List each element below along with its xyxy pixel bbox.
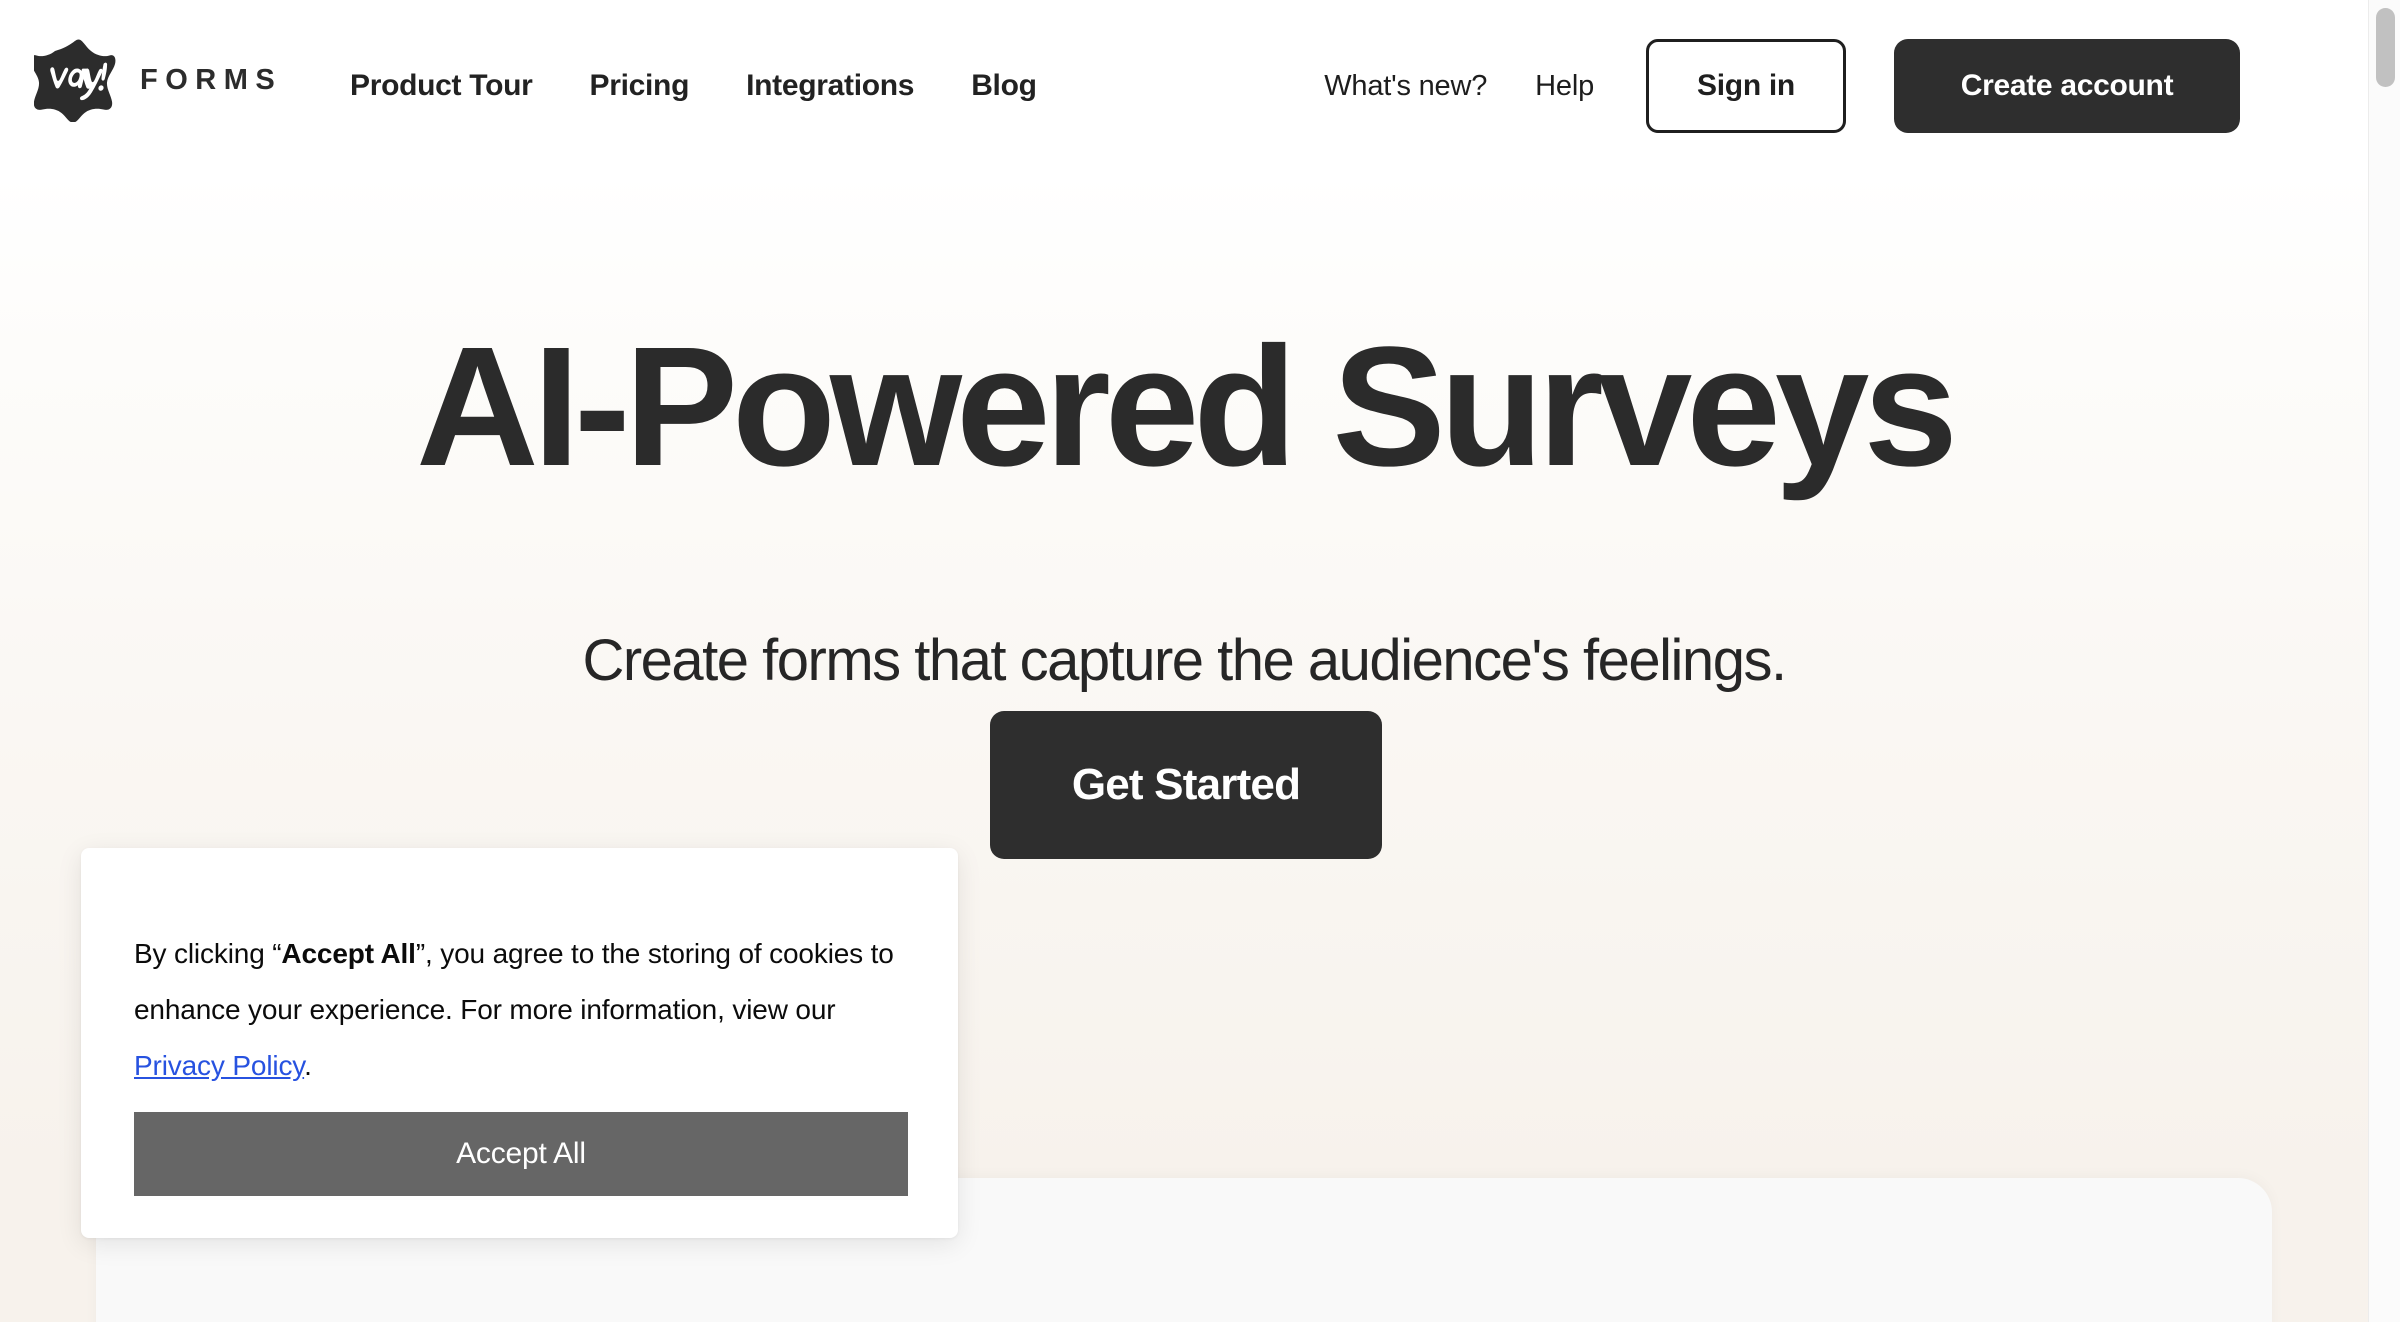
- yay-star-logo-icon: [34, 38, 122, 122]
- primary-navigation: Product Tour Pricing Integrations Blog: [350, 0, 1037, 172]
- nav-item-blog[interactable]: Blog: [971, 69, 1037, 103]
- site-header: FORMS Product Tour Pricing Integrations …: [0, 0, 2368, 172]
- cookie-text-emphasis: Accept All: [281, 938, 416, 969]
- page-title: AI-Powered Surveys: [416, 312, 1958, 502]
- get-started-button[interactable]: Get Started: [990, 711, 1382, 859]
- nav-item-integrations[interactable]: Integrations: [746, 69, 914, 103]
- privacy-policy-link[interactable]: Privacy Policy: [134, 1050, 304, 1081]
- nav-item-product-tour[interactable]: Product Tour: [350, 69, 533, 103]
- hero-subtitle: Create forms that capture the audience's…: [582, 628, 1787, 693]
- scrollbar-thumb[interactable]: [2376, 8, 2395, 87]
- cookie-consent-message: By clicking “Accept All”, you agree to t…: [134, 926, 909, 1094]
- accept-all-button[interactable]: Accept All: [134, 1112, 908, 1196]
- brand-logo-link[interactable]: FORMS: [34, 38, 282, 122]
- nav-item-whats-new[interactable]: What's new?: [1324, 70, 1487, 103]
- header-actions: What's new? Help Sign in Create account: [1324, 0, 2240, 172]
- nav-item-help[interactable]: Help: [1535, 70, 1594, 103]
- brand-wordmark: FORMS: [140, 63, 283, 96]
- cookie-text-part-3: .: [304, 1050, 312, 1081]
- create-account-button[interactable]: Create account: [1894, 39, 2240, 133]
- browser-viewport: FORMS Product Tour Pricing Integrations …: [0, 0, 2368, 1322]
- vertical-scrollbar[interactable]: [2368, 0, 2400, 1322]
- nav-item-pricing[interactable]: Pricing: [590, 69, 690, 103]
- sign-in-button[interactable]: Sign in: [1646, 39, 1846, 133]
- cookie-text-part-1: By clicking “: [134, 938, 282, 969]
